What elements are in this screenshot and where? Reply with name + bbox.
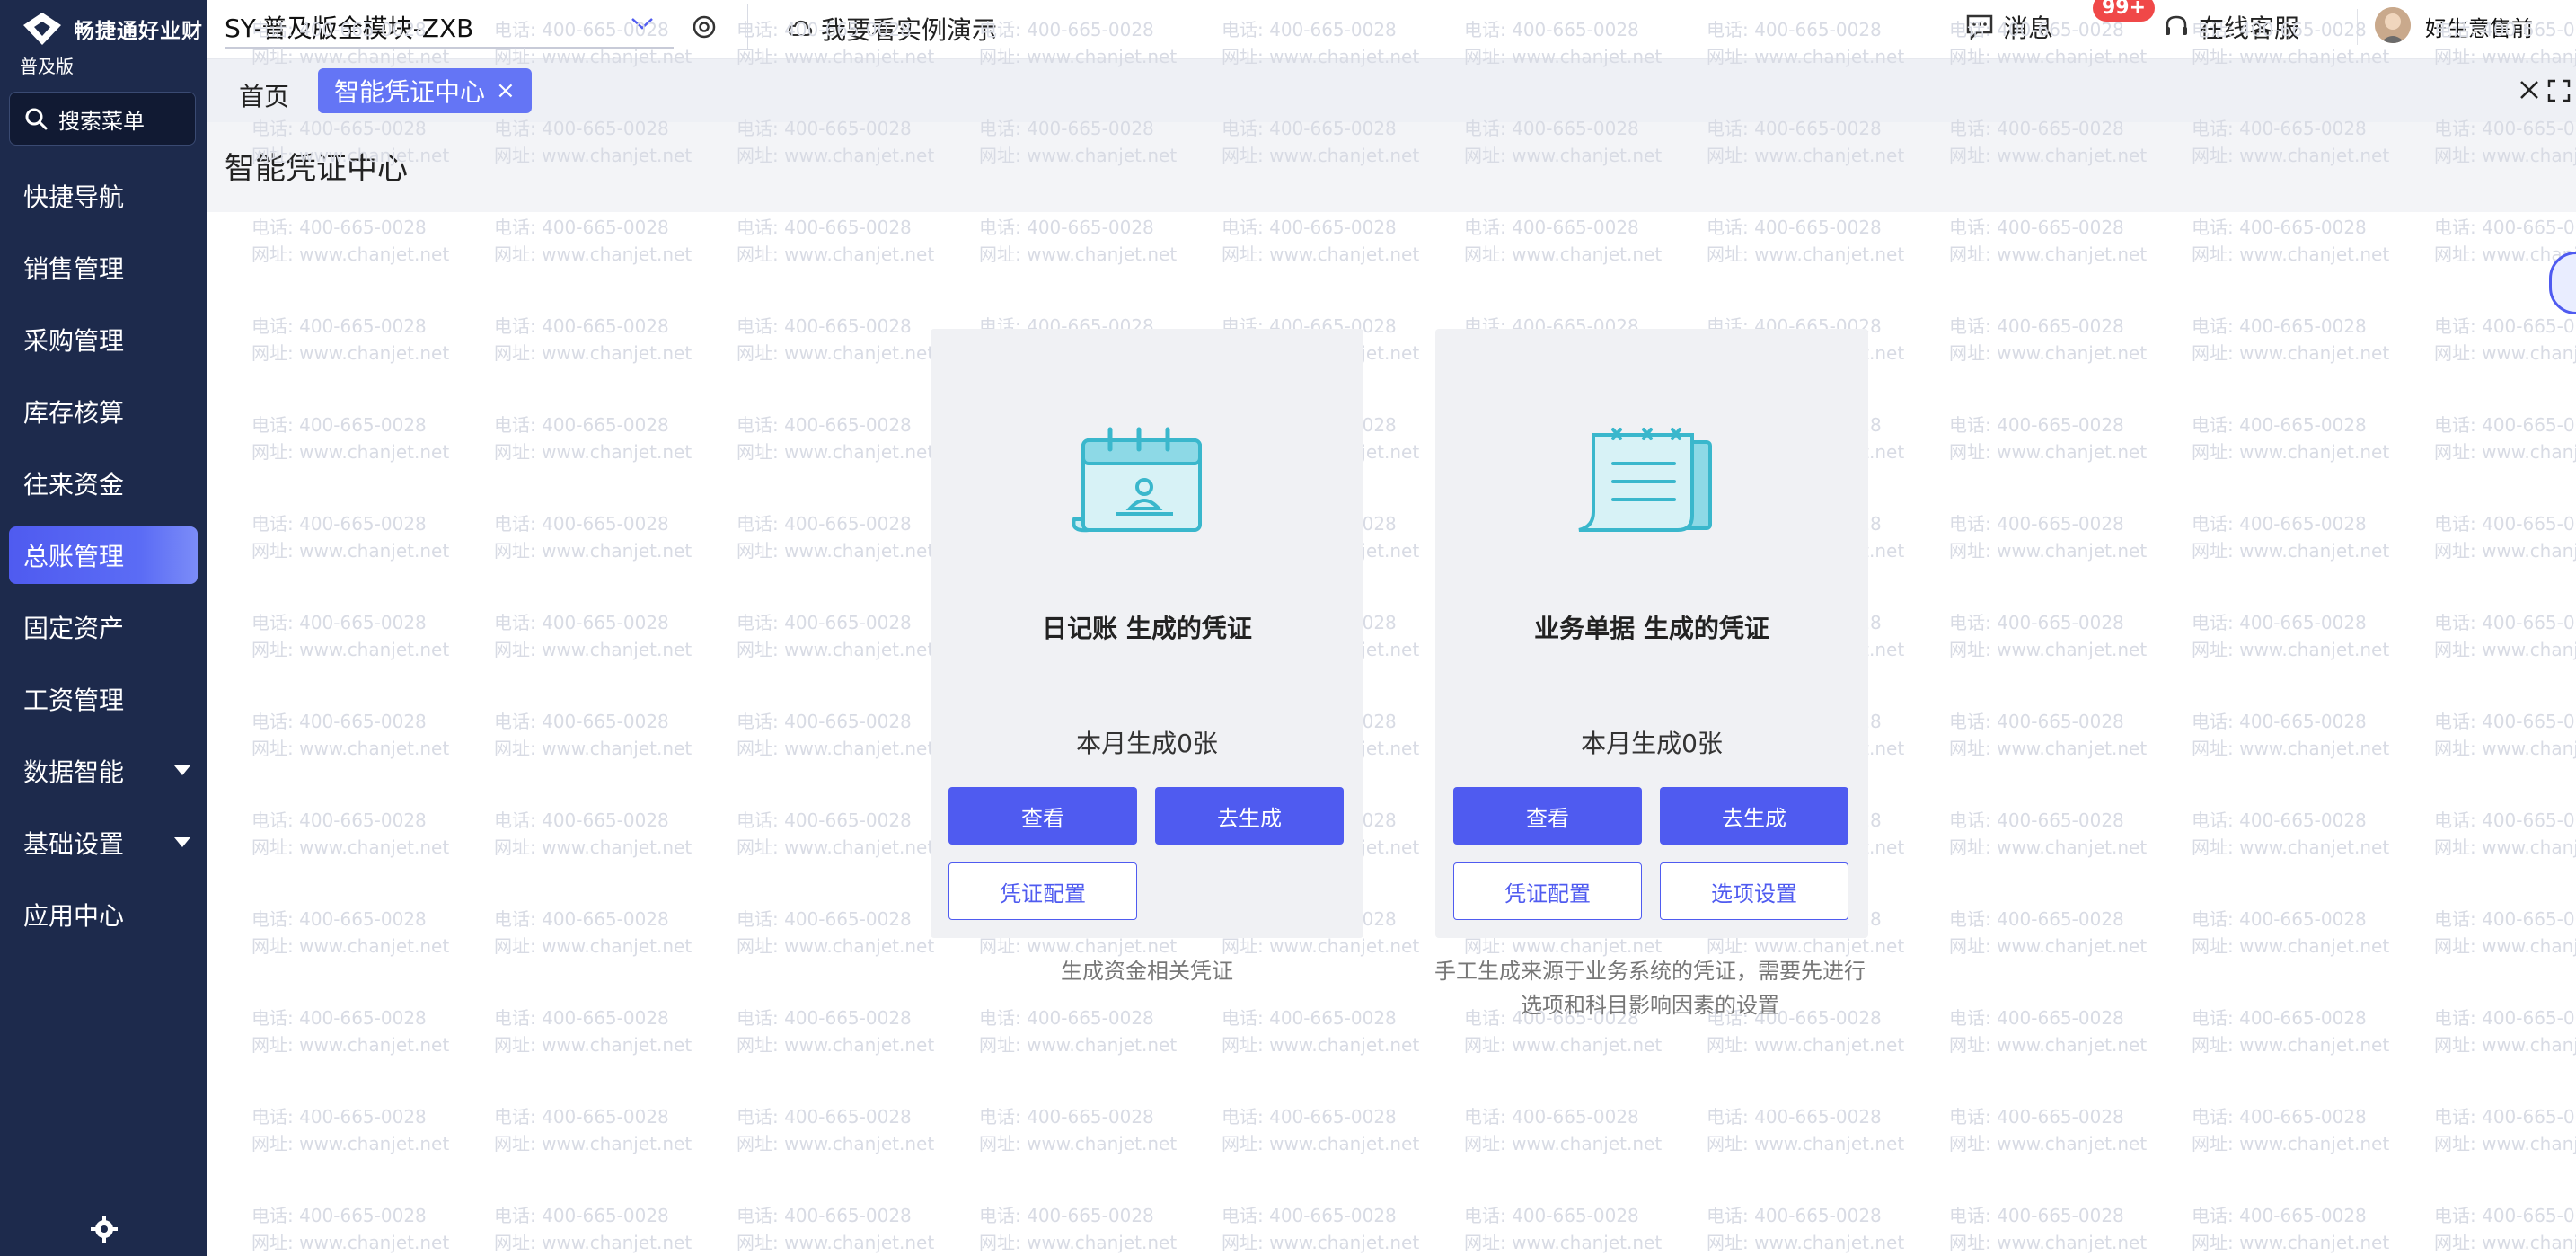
- voucher-config-button[interactable]: 凭证配置: [948, 862, 1137, 920]
- journal-voucher-card: 日记账 生成的凭证 本月生成0张 查看 去生成 凭证配置: [931, 329, 1363, 938]
- top-bar: SY-普及版全模块-ZXB 我要看实例演示 消息 99+ 在线客服 好生意售前: [207, 0, 2576, 59]
- header-divider: [747, 4, 748, 50]
- card-count: 本月生成0张: [1581, 729, 1723, 758]
- card-count: 本月生成0张: [1076, 729, 1218, 758]
- option-settings-button[interactable]: 选项设置: [1660, 862, 1848, 920]
- user-separator: [2357, 9, 2358, 45]
- fullscreen-icon[interactable]: [2547, 79, 2571, 102]
- tab-home[interactable]: 首页: [239, 77, 289, 113]
- search-label: 搜索菜单: [58, 108, 145, 134]
- gear-icon[interactable]: [688, 11, 720, 43]
- headset-icon: [2166, 15, 2187, 35]
- close-icon[interactable]: [2519, 79, 2540, 101]
- user-avatar-icon: [2375, 7, 2411, 43]
- demo-label: 我要看实例演示: [821, 15, 998, 45]
- sidebar-item-quick-nav[interactable]: 快捷导航: [0, 160, 207, 232]
- sidebar-item-basic-settings[interactable]: 基础设置: [0, 807, 207, 879]
- service-label: 在线客服: [2199, 13, 2300, 43]
- close-tab-icon[interactable]: ×: [496, 79, 516, 102]
- document-list-icon: [1578, 428, 1712, 532]
- sidebar-item-app-center[interactable]: 应用中心: [0, 879, 207, 951]
- description-line: 手工生成来源于业务系统的凭证，需要先进行: [1434, 959, 1866, 984]
- tab-label: 智能凭证中心: [334, 77, 486, 107]
- generate-button[interactable]: 去生成: [1660, 787, 1848, 845]
- tab-bar: 首页 智能凭证中心 ×: [207, 59, 2576, 122]
- sidebar-item-inventory[interactable]: 库存核算: [0, 376, 207, 447]
- edition-label: 普及版: [20, 56, 74, 77]
- chat-icon: [1966, 14, 1993, 40]
- sidebar-item-data-intelligence[interactable]: 数据智能: [0, 735, 207, 807]
- sidebar-item-purchase[interactable]: 采购管理: [0, 304, 207, 376]
- caret-down-icon: [174, 837, 190, 847]
- card-title: 业务单据 生成的凭证: [1534, 614, 1769, 643]
- avatar[interactable]: [2375, 7, 2411, 43]
- sidebar: 畅捷通好业财 普及版 搜索菜单 快捷导航 销售管理 采购管理 库存核算 往来资金…: [0, 0, 207, 1256]
- page-title: 智能凭证中心: [225, 151, 408, 187]
- main-content: 智能凭证中心: [207, 122, 2576, 1256]
- view-button[interactable]: 查看: [1453, 787, 1642, 845]
- brand-logo[interactable]: 畅捷通好业财: [20, 9, 203, 49]
- calendar-journal-icon: [1072, 427, 1202, 533]
- caret-down-icon: [174, 765, 190, 775]
- card-description: 手工生成来源于业务系统的凭证，需要先进行 选项和科目影响因素的设置: [1398, 954, 1901, 1022]
- cloud-icon: [788, 20, 813, 36]
- page-title-bar: 智能凭证中心: [207, 122, 2576, 212]
- settings-gear-icon[interactable]: [90, 1215, 119, 1243]
- business-doc-voucher-card: 业务单据 生成的凭证 本月生成0张 查看 去生成 凭证配置 选项设置: [1435, 329, 1868, 938]
- user-name[interactable]: 好生意售前: [2425, 11, 2533, 42]
- messages-button[interactable]: 消息: [1965, 9, 2053, 45]
- demo-link[interactable]: 我要看实例演示: [787, 11, 997, 47]
- card-description: 生成资金相关凭证: [1061, 959, 1233, 984]
- sidebar-item-fixed-assets[interactable]: 固定资产: [0, 591, 207, 663]
- logo-icon: [23, 13, 61, 45]
- view-button[interactable]: 查看: [948, 787, 1137, 845]
- voucher-config-button[interactable]: 凭证配置: [1453, 862, 1642, 920]
- sidebar-menu: 快捷导航 销售管理 采购管理 库存核算 往来资金 总账管理 固定资产 工资管理 …: [0, 160, 207, 951]
- brand-name: 畅捷通好业财: [74, 20, 203, 43]
- account-selector[interactable]: SY-普及版全模块-ZXB: [225, 9, 473, 45]
- messages-badge: 99+: [2093, 0, 2156, 22]
- tab-smart-voucher-center[interactable]: 智能凭证中心 ×: [318, 68, 532, 113]
- menu-search[interactable]: 搜索菜单: [9, 92, 196, 146]
- generate-button[interactable]: 去生成: [1155, 787, 1344, 845]
- online-service-button[interactable]: 在线客服: [2163, 9, 2299, 45]
- search-icon: [25, 108, 48, 130]
- messages-label: 消息: [2003, 13, 2054, 43]
- card-title: 日记账 生成的凭证: [1042, 614, 1252, 643]
- sidebar-item-payroll[interactable]: 工资管理: [0, 663, 207, 735]
- description-line: 选项和科目影响因素的设置: [1521, 993, 1779, 1018]
- sidebar-item-general-ledger[interactable]: 总账管理: [0, 519, 207, 591]
- account-underline: [225, 47, 674, 49]
- chevron-down-icon[interactable]: [629, 14, 656, 32]
- sidebar-item-funds[interactable]: 往来资金: [0, 447, 207, 519]
- sidebar-item-sales[interactable]: 销售管理: [0, 232, 207, 304]
